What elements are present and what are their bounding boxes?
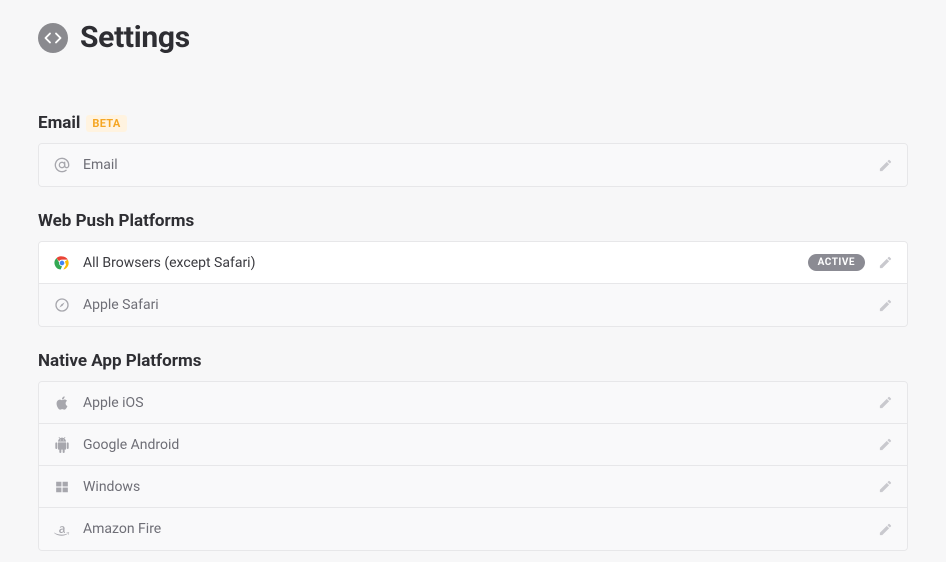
section-title-email: Email: [38, 113, 80, 133]
list-item-label: Amazon Fire: [83, 521, 161, 537]
pencil-icon[interactable]: [877, 255, 893, 271]
list-item[interactable]: All Browsers (except Safari) ACTIVE: [39, 242, 907, 284]
list-item[interactable]: Email: [39, 144, 907, 186]
at-icon: [53, 156, 71, 174]
code-icon: [38, 23, 68, 53]
list-item-label: Apple iOS: [83, 395, 144, 411]
list-item-label: Google Android: [83, 437, 179, 453]
pencil-icon[interactable]: [877, 297, 893, 313]
android-icon: [53, 436, 71, 454]
pencil-icon[interactable]: [877, 395, 893, 411]
page-header: Settings: [38, 20, 908, 55]
pencil-icon[interactable]: [877, 437, 893, 453]
windows-icon: [53, 478, 71, 496]
list-item-label: Apple Safari: [83, 297, 159, 313]
list-item[interactable]: Apple iOS: [39, 382, 907, 424]
page-title: Settings: [80, 20, 190, 55]
amazon-icon: [53, 520, 71, 538]
list-item[interactable]: Google Android: [39, 424, 907, 466]
chrome-icon: [53, 254, 71, 272]
safari-icon: [53, 296, 71, 314]
list-item[interactable]: Apple Safari: [39, 284, 907, 326]
pencil-icon[interactable]: [877, 479, 893, 495]
section-webpush: Web Push Platforms All Browsers (except …: [38, 211, 908, 327]
section-native: Native App Platforms Apple iOS: [38, 351, 908, 551]
status-badge: ACTIVE: [808, 254, 865, 271]
section-email: Email BETA Email: [38, 113, 908, 187]
apple-icon: [53, 394, 71, 412]
list-item-label: All Browsers (except Safari): [83, 255, 255, 271]
section-title-native: Native App Platforms: [38, 351, 201, 371]
beta-badge: BETA: [86, 115, 126, 132]
list-item[interactable]: Windows: [39, 466, 907, 508]
pencil-icon[interactable]: [877, 157, 893, 173]
list-item-label: Email: [83, 157, 118, 173]
section-title-webpush: Web Push Platforms: [38, 211, 194, 231]
pencil-icon[interactable]: [877, 521, 893, 537]
list-item-label: Windows: [83, 479, 140, 495]
list-item[interactable]: Amazon Fire: [39, 508, 907, 550]
